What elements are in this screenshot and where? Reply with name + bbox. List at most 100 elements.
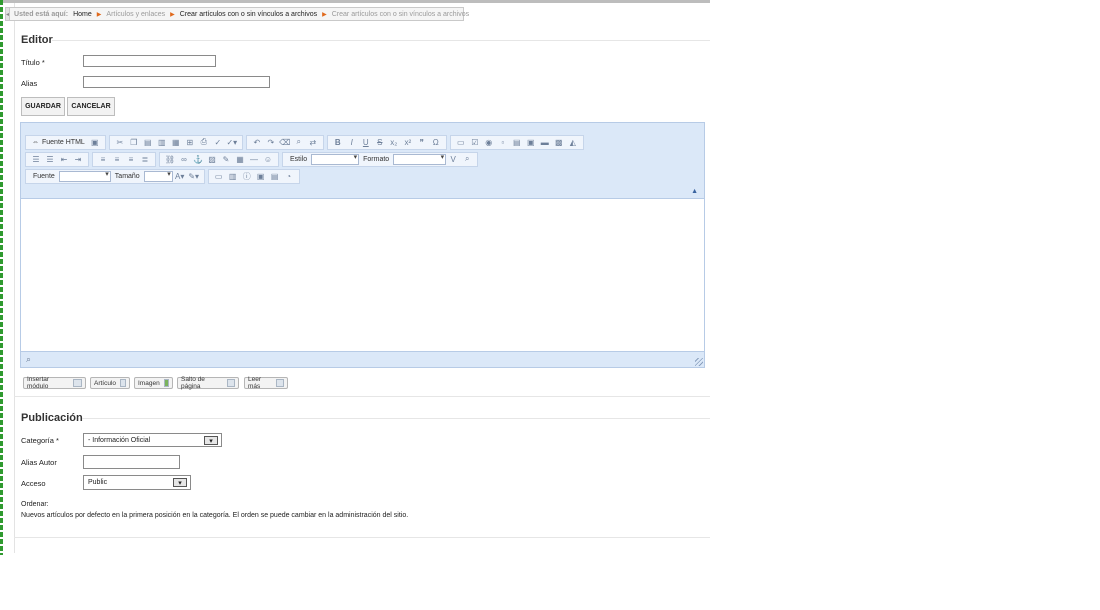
- cancel-button[interactable]: CANCELAR: [67, 97, 115, 116]
- paste-word-icon[interactable]: ▦: [169, 136, 183, 148]
- source-html-label: Fuente HTML: [42, 138, 85, 146]
- acceso-label: Acceso: [21, 479, 46, 488]
- select-all-icon[interactable]: ⊞: [183, 136, 197, 148]
- radio-icon[interactable]: ◉: [482, 136, 496, 148]
- breadcrumb-item-crear[interactable]: Crear artículos con o sin vínculos a arc…: [180, 11, 317, 18]
- undo-icon[interactable]: ↶: [250, 136, 264, 148]
- toolbar-row-3: Fuente Tamaño A▾ ✎▾ ▭ ▥ ⓘ ▣ ▤ ◔: [25, 168, 303, 184]
- spellcheck-menu-icon[interactable]: ✓▾: [225, 136, 239, 148]
- table-icon[interactable]: ▦: [233, 153, 247, 165]
- unlink-icon[interactable]: ∞: [177, 153, 191, 165]
- redo-icon[interactable]: ↷: [264, 136, 278, 148]
- module-icon: [73, 379, 82, 387]
- image-icon[interactable]: ▨: [205, 153, 219, 165]
- read-more-icon: [275, 379, 284, 387]
- insert-module-button[interactable]: Insertar módulo: [23, 376, 86, 390]
- page-break-button[interactable]: Salto de página: [177, 376, 239, 390]
- language-icon[interactable]: V: [446, 153, 460, 165]
- spellcheck-icon[interactable]: ✓: [211, 136, 225, 148]
- article-label: Artículo: [94, 379, 117, 387]
- link-icon[interactable]: ⛓: [163, 153, 177, 165]
- outdent-icon[interactable]: ⇤: [57, 153, 71, 165]
- format-label: Formato: [363, 155, 390, 163]
- maximize-icon[interactable]: ▭: [212, 170, 226, 182]
- bottom-divider: [14, 537, 710, 538]
- paste-text-icon[interactable]: ▥: [155, 136, 169, 148]
- form-icon[interactable]: ▭: [454, 136, 468, 148]
- alias-input[interactable]: [83, 76, 270, 88]
- replace-icon[interactable]: ⇄: [306, 136, 320, 148]
- cut-icon[interactable]: ✂: [113, 136, 127, 148]
- categoria-select[interactable]: - Información Oficial ▾: [83, 433, 222, 447]
- smiley-icon[interactable]: ☺: [261, 153, 275, 165]
- editor-content-area[interactable]: [21, 198, 704, 352]
- print-icon[interactable]: ⎙: [197, 136, 211, 148]
- align-left-icon[interactable]: ≡: [96, 153, 110, 165]
- left-border: [0, 0, 3, 555]
- eraser-icon[interactable]: ⌫: [278, 136, 292, 148]
- textarea-icon[interactable]: ▤: [510, 136, 524, 148]
- show-blocks-icon[interactable]: ▥: [226, 170, 240, 182]
- search-icon[interactable]: ⌕: [460, 153, 474, 165]
- subscript-button[interactable]: x₂: [387, 136, 401, 148]
- align-center-icon[interactable]: ≡: [110, 153, 124, 165]
- numbered-list-icon[interactable]: ☰: [29, 153, 43, 165]
- breadcrumb-current: Crear artículos con o sin vínculos a arc…: [331, 10, 470, 18]
- style-select[interactable]: [311, 153, 360, 165]
- paste-icon[interactable]: ▤: [141, 136, 155, 148]
- toolbar-group-font: Fuente Tamaño A▾ ✎▾: [25, 168, 205, 184]
- toolbar-group-styles: Estilo Formato V ⌕: [282, 151, 479, 167]
- read-more-button[interactable]: Leer más: [244, 376, 288, 390]
- superscript-button[interactable]: x²: [401, 136, 415, 148]
- save-icon[interactable]: ▣: [88, 136, 102, 148]
- acceso-select[interactable]: Public ▾: [83, 475, 191, 490]
- strike-button[interactable]: S: [373, 136, 387, 148]
- copy-icon[interactable]: ❐: [127, 136, 141, 148]
- save-button[interactable]: GUARDAR: [21, 97, 65, 116]
- breadcrumb-home[interactable]: Home: [73, 11, 92, 18]
- checkbox-icon[interactable]: ☑: [468, 136, 482, 148]
- anchor-icon[interactable]: ⚓: [191, 153, 205, 165]
- find-icon[interactable]: ⌕: [292, 136, 306, 148]
- button-field-icon[interactable]: ▬: [538, 136, 552, 148]
- text-color-icon[interactable]: A▾: [173, 170, 187, 182]
- blockquote-button[interactable]: ❞: [415, 136, 429, 148]
- zoom-icon[interactable]: ⌕: [26, 354, 31, 365]
- background-color-icon[interactable]: ✎▾: [187, 170, 201, 182]
- source-html-button[interactable]: ⇔ Fuente HTML: [29, 136, 88, 148]
- about-icon[interactable]: ⓘ: [240, 170, 254, 182]
- indent-icon[interactable]: ⇥: [71, 153, 85, 165]
- horizontal-rule-icon[interactable]: ―: [247, 153, 261, 165]
- template-icon[interactable]: ▣: [254, 170, 268, 182]
- flash-icon[interactable]: ✎: [219, 153, 233, 165]
- underline-button[interactable]: U: [359, 136, 373, 148]
- article-button[interactable]: Artículo: [90, 377, 130, 389]
- titulo-input[interactable]: [83, 55, 216, 67]
- format-select[interactable]: [393, 153, 447, 165]
- align-right-icon[interactable]: ≡: [124, 153, 138, 165]
- image-button-icon[interactable]: ▩: [552, 136, 566, 148]
- textfield-icon[interactable]: ▫: [496, 136, 510, 148]
- collapse-toolbar-icon[interactable]: ▲: [691, 188, 698, 195]
- alias-label: Alias: [21, 79, 38, 88]
- style-label: Estilo: [290, 155, 308, 163]
- special-char-button[interactable]: Ω: [429, 136, 443, 148]
- chart-icon[interactable]: ◔: [282, 170, 296, 182]
- toolbar-group-undo: ↶ ↷ ⌫ ⌕ ⇄: [245, 134, 324, 150]
- media-icon[interactable]: ▤: [268, 170, 282, 182]
- hidden-field-icon[interactable]: ◭: [566, 136, 580, 148]
- justify-icon[interactable]: ≣: [138, 153, 152, 165]
- font-select[interactable]: [58, 170, 111, 182]
- size-select[interactable]: [143, 170, 173, 182]
- bulleted-list-icon[interactable]: ☰: [43, 153, 57, 165]
- bold-button[interactable]: B: [331, 136, 345, 148]
- resize-handle-icon[interactable]: [695, 358, 703, 366]
- image-button[interactable]: Imagen: [134, 377, 173, 389]
- toolbar-group-align: ≡ ≡ ≡ ≣: [92, 151, 156, 167]
- breadcrumb-item-articulos[interactable]: Artículos y enlaces: [106, 11, 165, 18]
- italic-button[interactable]: I: [345, 136, 359, 148]
- alias-autor-input[interactable]: [83, 455, 180, 469]
- publicacion-section-title: Publicación: [21, 412, 83, 424]
- select-field-icon[interactable]: ▣: [524, 136, 538, 148]
- size-label: Tamaño: [114, 172, 140, 180]
